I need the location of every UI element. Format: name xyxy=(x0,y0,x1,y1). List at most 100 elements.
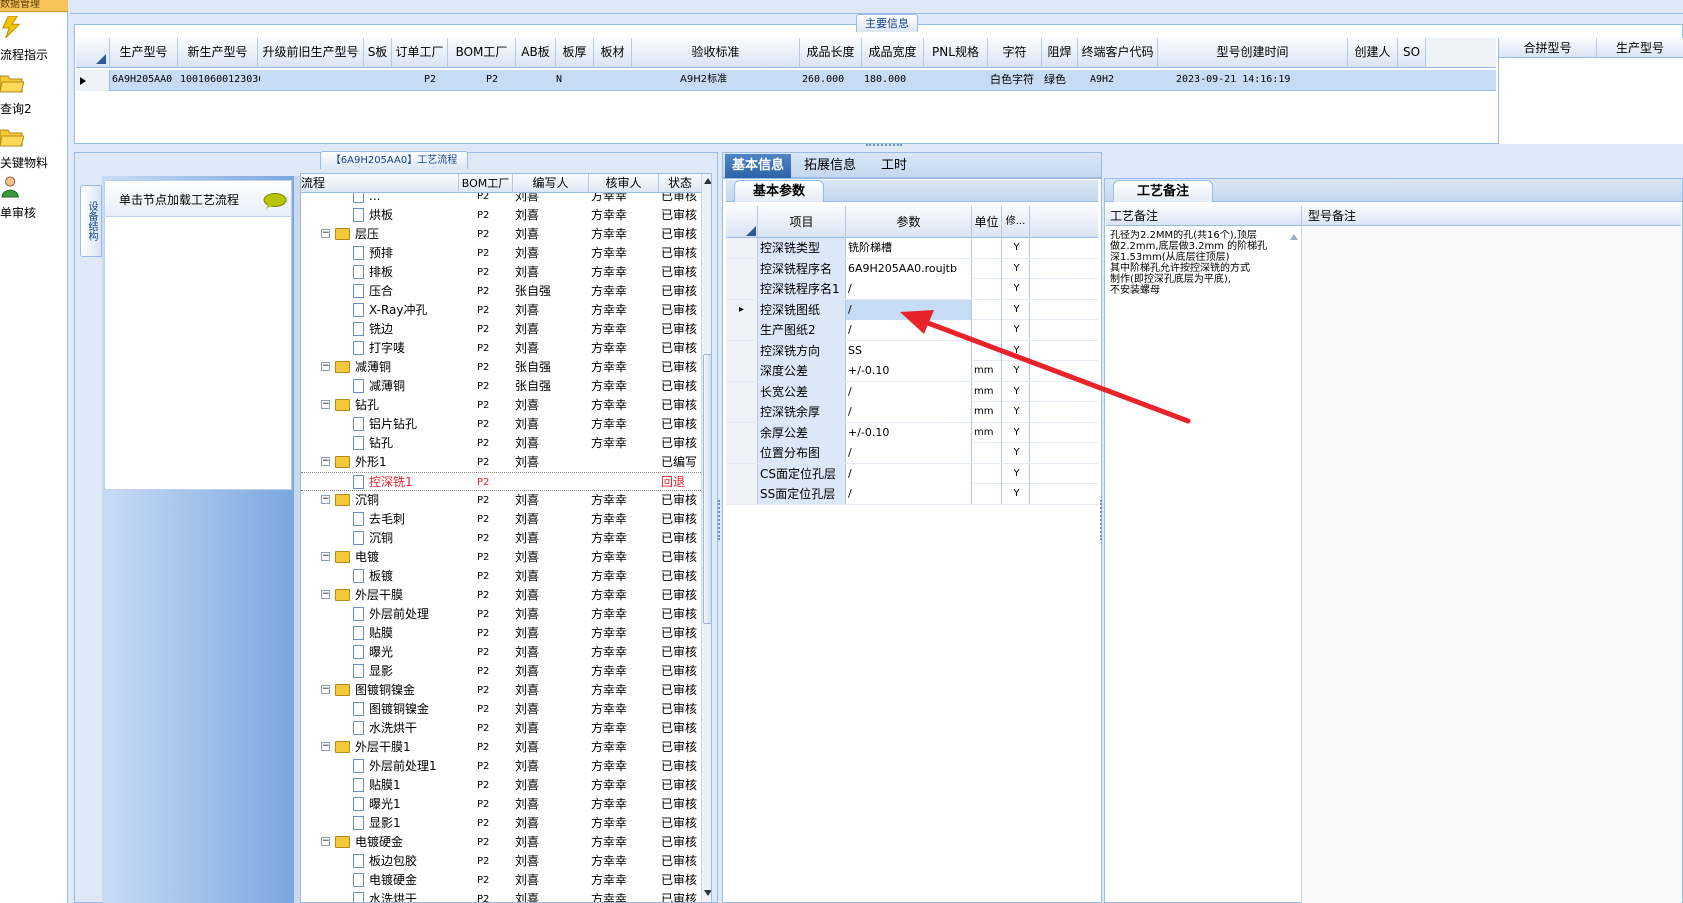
process-row[interactable]: − 电镀硬金 P2 刘喜 方幸幸 已审核 xyxy=(301,833,701,852)
process-row[interactable]: 钻孔 P2 刘喜 方幸幸 已审核 xyxy=(301,434,701,453)
splitter-handle[interactable] xyxy=(866,144,902,148)
process-row[interactable]: 电镀硬金 P2 刘喜 方幸幸 已审核 xyxy=(301,871,701,890)
param-row[interactable]: 控深铣类型 铣阶梯槽 Y xyxy=(726,238,1098,259)
param-value[interactable]: 铣阶梯槽 xyxy=(846,238,972,258)
param-row[interactable]: 位置分布图 / Y xyxy=(726,443,1098,464)
col-header[interactable]: 型号创建时间 xyxy=(1158,38,1348,68)
splitter-handle[interactable] xyxy=(718,500,722,540)
process-row[interactable]: − 钻孔 P2 刘喜 方幸幸 已审核 xyxy=(301,396,701,415)
expand-toggle-icon[interactable]: − xyxy=(321,552,330,561)
process-row[interactable]: 排板 P2 刘喜 方幸幸 已审核 xyxy=(301,263,701,282)
param-value[interactable]: / xyxy=(846,463,972,484)
col-header[interactable]: 编写人 xyxy=(513,174,589,193)
side-tab-structure[interactable]: 设备结构 xyxy=(80,185,102,257)
process-row[interactable]: 板镀 P2 刘喜 方幸幸 已审核 xyxy=(301,567,701,586)
col-header[interactable]: 订单工厂 xyxy=(392,38,448,68)
expand-toggle-icon[interactable]: − xyxy=(321,590,330,599)
col-header[interactable]: 字符 xyxy=(988,38,1042,68)
col-header[interactable]: 成品长度 xyxy=(800,38,862,68)
process-row[interactable]: 沉铜 P2 刘喜 方幸幸 已审核 xyxy=(301,529,701,548)
expand-toggle-icon[interactable]: − xyxy=(321,457,330,466)
process-row[interactable]: 贴膜1 P2 刘喜 方幸幸 已审核 xyxy=(301,776,701,795)
model-notes-area[interactable] xyxy=(1302,226,1681,903)
nav-item-process-guide[interactable]: 流程指示 xyxy=(0,16,68,62)
col-header[interactable]: 生产型号 xyxy=(1597,38,1683,58)
process-row[interactable]: 控深铣1 P2 回退 xyxy=(301,472,701,491)
param-row[interactable]: 控深铣程序名 6A9H205AA0.roujtb Y xyxy=(726,258,1098,279)
process-row[interactable]: 曝光1 P2 刘喜 方幸幸 已审核 xyxy=(301,795,701,814)
process-row[interactable]: − 图镀铜镍金 P2 刘喜 方幸幸 已审核 xyxy=(301,681,701,700)
nav-item-review[interactable]: 单审核 xyxy=(0,176,68,222)
tab-extended-info[interactable]: 拓展信息 xyxy=(795,154,865,178)
col-header[interactable]: PNL规格 xyxy=(924,38,988,68)
nav-item-query2[interactable]: 查询2 xyxy=(0,72,68,118)
col-header[interactable]: 阻焊 xyxy=(1042,38,1078,68)
col-header[interactable]: 项目 xyxy=(758,206,846,238)
tab-basic-info[interactable]: 基本信息 xyxy=(725,154,791,178)
main-info-row[interactable]: 6A9H205AA0 10010600123036 P2 P2 N A9H2标准… xyxy=(76,70,1496,91)
process-row[interactable]: 水洗烘干 P2 刘喜 方幸幸 已审核 xyxy=(301,719,701,738)
scroll-up-icon[interactable] xyxy=(1290,234,1298,240)
process-row[interactable]: − 外层干膜 P2 刘喜 方幸幸 已审核 xyxy=(301,586,701,605)
col-header[interactable]: 板材 xyxy=(594,38,632,68)
process-row[interactable]: 外层前处理1 P2 刘喜 方幸幸 已审核 xyxy=(301,757,701,776)
subtab-basic-params[interactable]: 基本参数 xyxy=(734,180,824,202)
tab-work-hours[interactable]: 工时 xyxy=(869,154,919,178)
process-row[interactable]: 减薄铜 P2 张自强 方幸幸 已审核 xyxy=(301,377,701,396)
process-row[interactable]: − 层压 P2 刘喜 方幸幸 已审核 xyxy=(301,225,701,244)
col-header[interactable]: 新生产型号 xyxy=(178,38,258,68)
expand-toggle-icon[interactable]: − xyxy=(321,495,330,504)
col-header[interactable]: AB板 xyxy=(516,38,556,68)
splitter-handle[interactable] xyxy=(1100,500,1104,540)
col-header[interactable]: 流程 xyxy=(301,174,459,193)
process-row[interactable]: − 减薄铜 P2 张自强 方幸幸 已审核 xyxy=(301,358,701,377)
tree-scrollbar[interactable] xyxy=(701,174,712,902)
col-header[interactable]: 核审人 xyxy=(589,174,659,193)
process-row[interactable]: X-Ray冲孔 P2 刘喜 方幸幸 已审核 xyxy=(301,301,701,320)
process-row[interactable]: 打字唛 P2 刘喜 方幸幸 已审核 xyxy=(301,339,701,358)
process-row[interactable]: − 外形1 P2 刘喜 已编写 xyxy=(301,453,701,472)
col-header[interactable]: 升级前旧生产型号 xyxy=(258,38,364,68)
expand-toggle-icon[interactable]: − xyxy=(321,837,330,846)
col-header[interactable]: 修... xyxy=(1002,206,1030,238)
node-hint-header[interactable]: 单击节点加载工艺流程 xyxy=(105,181,291,217)
expand-toggle-icon[interactable]: − xyxy=(321,685,330,694)
col-header[interactable]: 单位 xyxy=(972,206,1002,238)
process-row[interactable]: 图镀铜镍金 P2 刘喜 方幸幸 已审核 xyxy=(301,700,701,719)
process-row[interactable]: 预排 P2 刘喜 方幸幸 已审核 xyxy=(301,244,701,263)
expand-toggle-icon[interactable]: − xyxy=(321,742,330,751)
process-row[interactable]: − 沉铜 P2 刘喜 方幸幸 已审核 xyxy=(301,491,701,510)
process-row[interactable]: 铝片钻孔 P2 刘喜 方幸幸 已审核 xyxy=(301,415,701,434)
scroll-up-icon[interactable] xyxy=(704,178,712,184)
process-row[interactable]: 显影1 P2 刘喜 方幸幸 已审核 xyxy=(301,814,701,833)
param-row[interactable]: SS面定位孔层 / Y xyxy=(726,484,1098,505)
col-header[interactable]: 创建人 xyxy=(1348,38,1398,68)
process-row[interactable]: ... P2 刘喜 方幸幸 已审核 xyxy=(301,193,701,206)
process-row[interactable]: 铣边 P2 刘喜 方幸幸 已审核 xyxy=(301,320,701,339)
param-value[interactable]: / xyxy=(846,484,972,504)
col-header[interactable]: SO xyxy=(1398,38,1426,68)
process-row[interactable]: 板边包胶 P2 刘喜 方幸幸 已审核 xyxy=(301,852,701,871)
param-row[interactable]: CS面定位孔层 / Y xyxy=(726,463,1098,484)
expand-toggle-icon[interactable]: − xyxy=(321,229,330,238)
col-header[interactable]: 生产型号 xyxy=(110,38,178,68)
process-row[interactable]: 水洗烘干 P2 刘喜 方幸幸 已审核 xyxy=(301,890,701,902)
process-row[interactable]: 去毛刺 P2 刘喜 方幸幸 已审核 xyxy=(301,510,701,529)
process-row[interactable]: 显影 P2 刘喜 方幸幸 已审核 xyxy=(301,662,701,681)
param-value[interactable]: / xyxy=(846,279,972,299)
scroll-down-icon[interactable] xyxy=(704,890,712,896)
nav-item-key-material[interactable]: 关键物料 xyxy=(0,126,68,172)
process-row[interactable]: − 外层干膜1 P2 刘喜 方幸幸 已审核 xyxy=(301,738,701,757)
col-header[interactable]: 参数 xyxy=(846,206,972,238)
process-row[interactable]: 烘板 P2 刘喜 方幸幸 已审核 xyxy=(301,206,701,225)
process-row[interactable]: 曝光 P2 刘喜 方幸幸 已审核 xyxy=(301,643,701,662)
tab-process-notes[interactable]: 工艺备注 xyxy=(1113,180,1213,202)
col-header[interactable]: 成品宽度 xyxy=(862,38,924,68)
expand-toggle-icon[interactable]: − xyxy=(321,400,330,409)
col-header[interactable]: 验收标准 xyxy=(632,38,800,68)
col-header[interactable]: BOM工厂 xyxy=(459,174,513,193)
process-row[interactable]: 外层前处理 P2 刘喜 方幸幸 已审核 xyxy=(301,605,701,624)
param-value[interactable]: 6A9H205AA0.roujtb xyxy=(846,258,972,279)
col-header[interactable]: 板厚 xyxy=(556,38,594,68)
scrollbar-thumb[interactable] xyxy=(703,354,711,624)
